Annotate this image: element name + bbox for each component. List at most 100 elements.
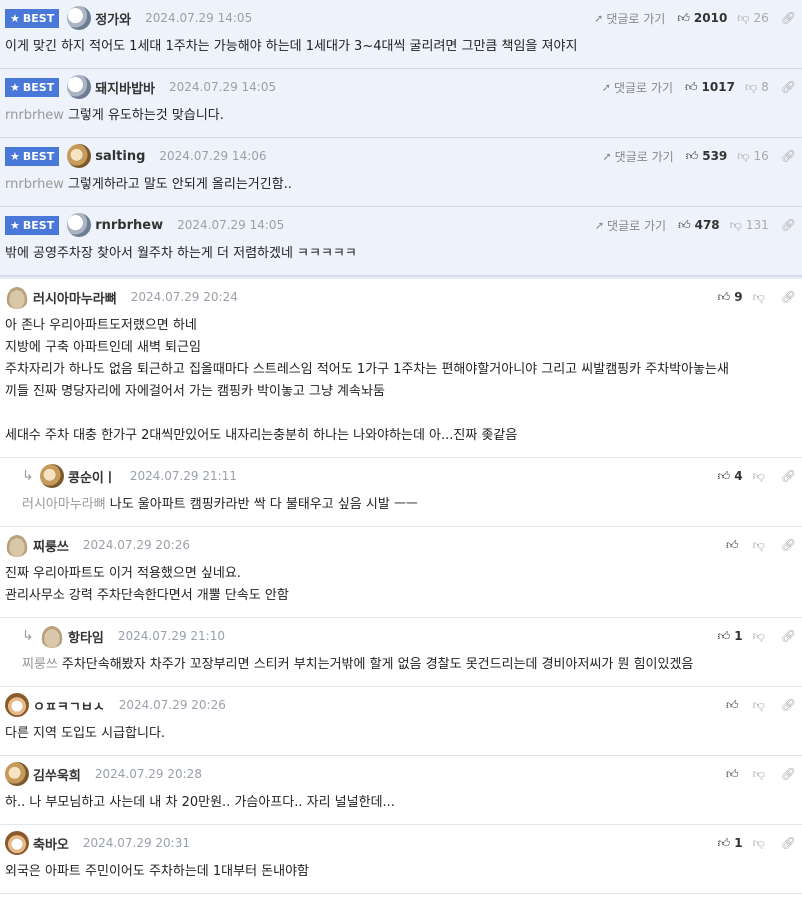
best-comment: ★ BEST 정가와 2024.07.29 14:05 ➚ 댓글로 가기 👍︎ 201… xyxy=(0,0,802,69)
thumbs-up-icon: 👍︎ xyxy=(685,148,699,163)
comment-date: 2024.07.29 14:05 xyxy=(177,218,285,232)
thumbs-up-icon: 👍︎ xyxy=(717,628,731,643)
go-to-reply-button[interactable]: ➚ 댓글로 가기 xyxy=(602,79,673,96)
mention-nick[interactable]: 찌룽쓰 xyxy=(22,657,58,672)
reply-arrow-icon: ↳ xyxy=(22,468,34,484)
share-link-icon[interactable]: 🔗︎ xyxy=(781,538,796,552)
downvote-button[interactable]: 👎︎ xyxy=(753,698,769,713)
avatar[interactable] xyxy=(67,213,92,237)
comment-line: 세대수 주차 대충 한가구 2대씩만있어도 내자리는충분히 하나는 나와야하는데… xyxy=(5,428,518,443)
downvote-button[interactable]: 👎︎ 8 xyxy=(745,80,769,95)
share-link-icon[interactable]: 🔗︎ xyxy=(781,218,796,232)
downvote-count: 131 xyxy=(745,218,769,232)
downvote-button[interactable]: 👎︎ xyxy=(753,836,769,851)
comment-actions: 👍︎ 4 👎︎ 🔗︎ xyxy=(718,458,796,494)
upvote-button[interactable]: 👍︎ 4 xyxy=(718,469,743,484)
comment-header: 러시아마누라뼈 2024.07.29 20:24 👍︎ 9 👎︎ 🔗︎ xyxy=(0,279,802,315)
best-badge: ★ BEST xyxy=(5,8,60,28)
downvote-button[interactable]: 👎︎ xyxy=(753,538,769,553)
author-nick[interactable]: 콩순이ㅣ xyxy=(68,467,116,486)
downvote-button[interactable]: 👎︎ xyxy=(753,767,769,782)
author-nick[interactable]: 정가와 xyxy=(95,9,131,28)
share-link-icon[interactable]: 🔗︎ xyxy=(781,290,796,304)
share-link-icon[interactable]: 🔗︎ xyxy=(781,149,796,163)
upvote-button[interactable]: 👍︎ 1 xyxy=(718,836,743,851)
author-nick[interactable]: 축바오 xyxy=(33,834,69,853)
comment-line: 진짜 우리아파트도 이거 적용했으면 싶네요. xyxy=(5,566,241,581)
comment-line xyxy=(5,403,797,425)
reply-comment: ↳ 항타임 2024.07.29 21:10 👍︎ 1 👎︎ 🔗︎ 찌룽쓰 주차단속… xyxy=(0,618,802,687)
comment-line: 하.. 나 부모님하고 사는데 내 차 20만원.. 가슴아프다.. 자리 널널… xyxy=(5,795,395,810)
avatar[interactable] xyxy=(5,762,29,786)
comment-header: ㅇㅍㅋㄱㅂㅅ 2024.07.29 20:26 👍︎ 👎︎ 🔗︎ xyxy=(0,687,802,723)
upvote-button[interactable]: 👍︎ 9 xyxy=(718,290,743,305)
share-link-icon[interactable]: 🔗︎ xyxy=(781,80,796,94)
avatar[interactable] xyxy=(5,693,29,717)
comment-line: 주차자리가 하나도 없음 퇴근하고 집올때마다 스트레스임 적어도 1가구 1주… xyxy=(5,362,729,377)
avatar[interactable] xyxy=(5,831,29,855)
comment-line: 다른 지역 도입도 시급합니다. xyxy=(5,726,166,741)
avatar[interactable] xyxy=(40,464,64,488)
share-link-icon[interactable]: 🔗︎ xyxy=(781,698,796,712)
upvote-button[interactable]: 👍︎ 1 xyxy=(718,629,743,644)
best-label: BEST xyxy=(22,11,55,25)
share-link-icon[interactable]: 🔗︎ xyxy=(781,836,796,850)
avatar[interactable] xyxy=(67,75,92,99)
upvote-button[interactable]: 👍︎ 539 xyxy=(686,149,728,164)
upvote-button[interactable]: 👍︎ xyxy=(726,698,743,713)
send-arrow-icon: ➚ xyxy=(602,149,612,163)
upvote-button[interactable]: 👍︎ xyxy=(726,538,743,553)
comment-actions: ➚ 댓글로 가기 👍︎ 539 👎︎ 16 🔗︎ xyxy=(602,138,796,174)
best-label: BEST xyxy=(22,80,55,94)
best-comment: ★ BEST 돼지바밥바 2024.07.29 14:05 ➚ 댓글로 가기 👍︎ 1… xyxy=(0,69,802,138)
go-to-reply-button[interactable]: ➚ 댓글로 가기 xyxy=(602,148,673,165)
avatar[interactable] xyxy=(40,624,64,648)
downvote-button[interactable]: 👎︎ 26 xyxy=(737,11,768,26)
author-nick[interactable]: 러시아마누라뼈 xyxy=(33,288,117,307)
share-link-icon[interactable]: 🔗︎ xyxy=(781,629,796,643)
author-nick[interactable]: rnrbrhew xyxy=(95,218,163,233)
best-label: BEST xyxy=(22,149,55,163)
downvote-button[interactable]: 👎︎ xyxy=(753,629,769,644)
send-arrow-icon: ➚ xyxy=(594,11,604,25)
upvote-button[interactable]: 👍︎ 1017 xyxy=(685,80,735,95)
comment-body: 하.. 나 부모님하고 사는데 내 차 20만원.. 가슴아프다.. 자리 널널… xyxy=(0,792,802,824)
thumbs-up-icon: 👍︎ xyxy=(717,289,731,304)
avatar[interactable] xyxy=(67,144,92,168)
avatar[interactable] xyxy=(5,533,29,557)
upvote-button[interactable]: 👍︎ 478 xyxy=(678,218,720,233)
go-to-reply-button[interactable]: ➚ 댓글로 가기 xyxy=(595,217,666,234)
comment-line: 아 존나 우리아파트도저랬으면 하네 xyxy=(5,318,197,333)
downvote-button[interactable]: 👎︎ 16 xyxy=(737,149,768,164)
downvote-button[interactable]: 👎︎ 131 xyxy=(730,218,769,233)
thumbs-up-icon: 👍︎ xyxy=(726,537,739,552)
author-nick[interactable]: ㅇㅍㅋㄱㅂㅅ xyxy=(33,696,105,715)
avatar[interactable] xyxy=(67,6,92,30)
author-nick[interactable]: 김쑤욱희 xyxy=(33,765,81,784)
author-nick[interactable]: 돼지바밥바 xyxy=(95,78,155,97)
comment-text: rnrbrhew 그렇게 유도하는것 맞습니다. xyxy=(5,105,797,127)
star-icon: ★ xyxy=(10,149,20,163)
comment-date: 2024.07.29 21:11 xyxy=(129,469,237,483)
author-nick[interactable]: 항타임 xyxy=(68,627,104,646)
best-badge: ★ BEST xyxy=(5,146,60,166)
author-nick[interactable]: 찌룽쓰 xyxy=(33,536,69,555)
comment-actions: ➚ 댓글로 가기 👍︎ 478 👎︎ 131 🔗︎ xyxy=(595,207,796,243)
comment-date: 2024.07.29 20:26 xyxy=(82,538,190,552)
upvote-button[interactable]: 👍︎ xyxy=(726,767,743,782)
comment-date: 2024.07.29 20:28 xyxy=(94,767,202,781)
comment-actions: 👍︎ 9 👎︎ 🔗︎ xyxy=(718,279,796,315)
upvote-button[interactable]: 👍︎ 2010 xyxy=(677,11,727,26)
mention-nick[interactable]: 러시아마누라뼈 xyxy=(22,497,106,512)
author-nick[interactable]: salting xyxy=(95,149,145,164)
share-link-icon[interactable]: 🔗︎ xyxy=(781,469,796,483)
share-link-icon[interactable]: 🔗︎ xyxy=(781,767,796,781)
go-to-reply-button[interactable]: ➚ 댓글로 가기 xyxy=(594,10,665,27)
downvote-button[interactable]: 👎︎ xyxy=(753,290,769,305)
comment-body: 다른 지역 도입도 시급합니다. xyxy=(0,723,802,755)
avatar[interactable] xyxy=(5,285,29,309)
mention-nick[interactable]: rnrbrhew xyxy=(5,177,64,192)
downvote-button[interactable]: 👎︎ xyxy=(753,469,769,484)
share-link-icon[interactable]: 🔗︎ xyxy=(781,11,796,25)
mention-nick[interactable]: rnrbrhew xyxy=(5,108,64,123)
